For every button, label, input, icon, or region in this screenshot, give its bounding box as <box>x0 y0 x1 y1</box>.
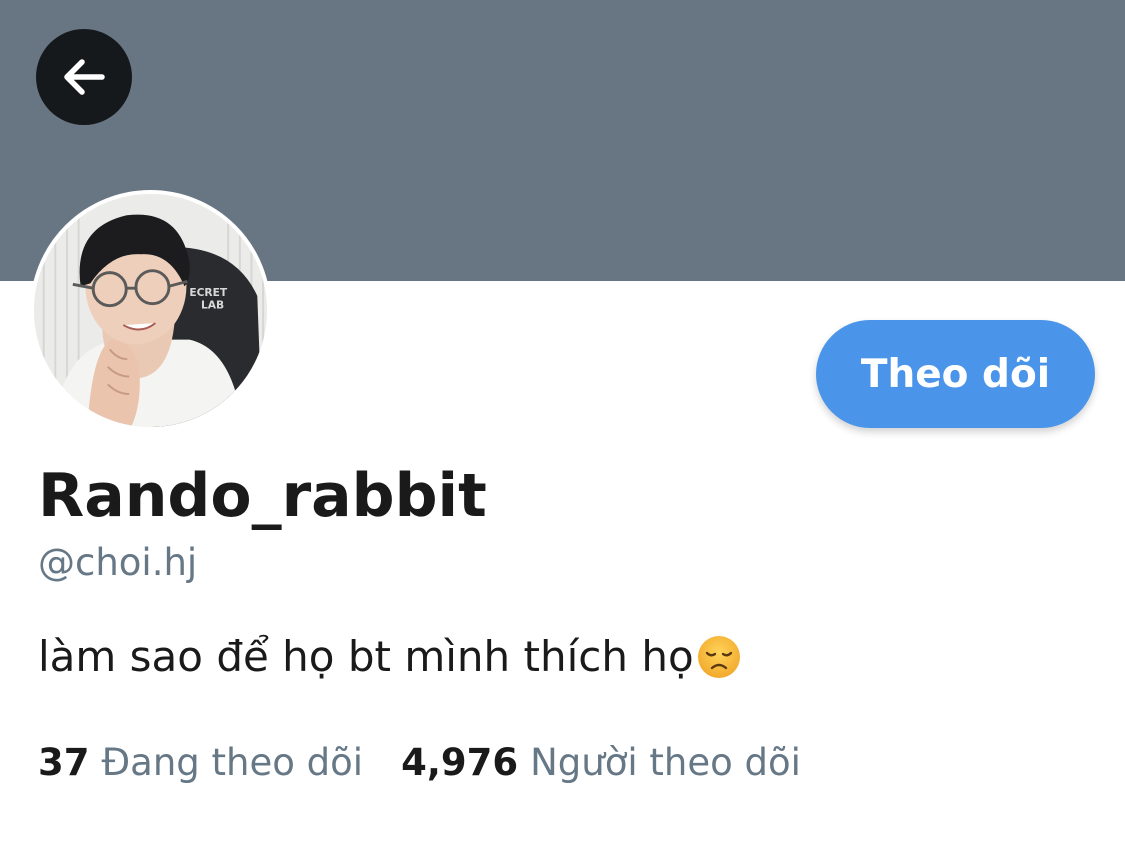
bio-text: làm sao để họ bt mình thích họ <box>38 632 694 681</box>
profile-bio: làm sao để họ bt mình thích họ <box>38 634 742 680</box>
following-label: Đang theo dõi <box>101 741 364 784</box>
follow-button[interactable]: Theo dõi <box>816 320 1095 428</box>
avatar-photo: ECRET LAB <box>34 194 267 427</box>
svg-text:ECRET: ECRET <box>189 286 228 299</box>
followers-stat[interactable]: 4,976 Người theo dõi <box>401 744 801 781</box>
following-stat[interactable]: 37 Đang theo dõi <box>38 744 363 781</box>
svg-text:LAB: LAB <box>201 299 224 312</box>
arrow-left-icon <box>64 59 105 95</box>
followers-count: 4,976 <box>401 741 519 784</box>
back-button[interactable] <box>36 29 132 125</box>
following-count: 37 <box>38 741 90 784</box>
followers-label: Người theo dõi <box>530 741 801 784</box>
username-handle: @choi.hj <box>38 541 198 584</box>
avatar[interactable]: ECRET LAB <box>30 190 271 431</box>
display-name: Rando_rabbit <box>38 461 487 531</box>
disappointed-face-icon <box>696 634 742 680</box>
profile-stats: 37 Đang theo dõi 4,976 Người theo dõi <box>38 744 839 781</box>
